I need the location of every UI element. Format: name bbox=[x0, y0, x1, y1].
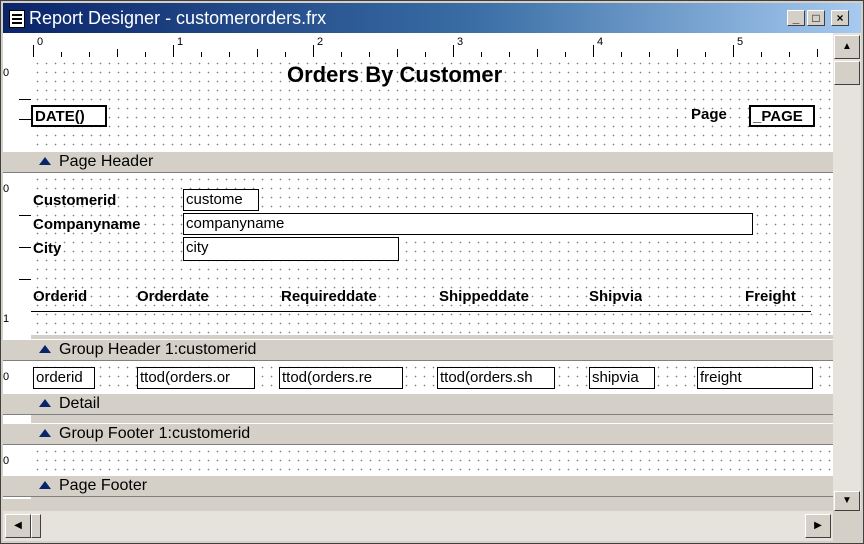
report-designer-window: Report Designer - customerorders.frx _ □… bbox=[0, 0, 864, 544]
page-header-band-bar[interactable]: Page Header bbox=[3, 151, 833, 173]
orderid-field[interactable]: orderid bbox=[33, 367, 95, 389]
size-grip[interactable] bbox=[833, 511, 861, 541]
band-label: Page Footer bbox=[59, 477, 148, 494]
scroll-thumb[interactable] bbox=[834, 61, 860, 85]
horizontal-ruler: 0 1 2 3 4 5 bbox=[3, 33, 833, 58]
window-title: Report Designer - customerorders.frx bbox=[29, 8, 327, 28]
collapse-arrow-icon bbox=[39, 344, 51, 353]
ruler-label: 1 bbox=[177, 36, 184, 48]
shipvia-field[interactable]: shipvia bbox=[589, 367, 655, 389]
column-header[interactable]: Freight bbox=[745, 287, 796, 307]
header-underline[interactable] bbox=[31, 311, 811, 312]
scroll-thumb-horizontal[interactable] bbox=[31, 514, 41, 538]
page-footer-band-bar[interactable]: Page Footer bbox=[3, 475, 833, 497]
column-header[interactable]: Orderdate bbox=[137, 287, 209, 307]
collapse-arrow-icon bbox=[39, 156, 51, 165]
column-header[interactable]: Requireddate bbox=[281, 287, 377, 307]
vruler-mark: 0 bbox=[3, 455, 10, 467]
close-button[interactable]: × bbox=[831, 10, 849, 26]
minimize-button[interactable]: _ bbox=[787, 10, 805, 26]
group-header-band[interactable]: Customerid custome Companyname companyna… bbox=[31, 173, 833, 335]
vruler-mark: 0 bbox=[3, 67, 10, 79]
page-number-field[interactable]: _PAGE bbox=[749, 105, 815, 127]
scroll-down-button[interactable]: ▼ bbox=[834, 491, 860, 511]
freight-field[interactable]: freight bbox=[697, 367, 813, 389]
horizontal-scrollbar[interactable]: ◀ ▶ bbox=[3, 511, 833, 541]
orderdate-field[interactable]: ttod(orders.or bbox=[137, 367, 255, 389]
report-title[interactable]: Orders By Customer bbox=[287, 61, 502, 89]
customerid-label[interactable]: Customerid bbox=[33, 191, 116, 211]
date-field[interactable]: DATE() bbox=[31, 105, 107, 127]
scroll-left-button[interactable]: ◀ bbox=[5, 514, 31, 538]
maximize-button[interactable]: □ bbox=[807, 10, 825, 26]
ruler-label: 4 bbox=[597, 36, 604, 48]
companyname-field[interactable]: companyname bbox=[183, 213, 753, 235]
ruler-label: 5 bbox=[737, 36, 744, 48]
vruler-mark: 0 bbox=[3, 371, 10, 383]
vruler-mark: 0 bbox=[3, 183, 10, 195]
title-bar[interactable]: Report Designer - customerorders.frx _ □… bbox=[3, 3, 861, 33]
page-header-band[interactable]: Orders By Customer DATE() Page _PAGE bbox=[31, 57, 833, 151]
shippeddate-field[interactable]: ttod(orders.sh bbox=[437, 367, 555, 389]
customerid-field[interactable]: custome bbox=[183, 189, 259, 211]
column-header[interactable]: Orderid bbox=[33, 287, 87, 307]
band-label: Detail bbox=[59, 395, 100, 412]
companyname-label[interactable]: Companyname bbox=[33, 215, 141, 235]
report-icon bbox=[9, 10, 25, 28]
requireddate-field[interactable]: ttod(orders.re bbox=[279, 367, 403, 389]
collapse-arrow-icon bbox=[39, 428, 51, 437]
vertical-scrollbar[interactable]: ▲ ▼ bbox=[833, 33, 861, 511]
group-footer-band-bar[interactable]: Group Footer 1:customerid bbox=[3, 423, 833, 445]
ruler-label: 2 bbox=[317, 36, 324, 48]
ruler-label: 3 bbox=[457, 36, 464, 48]
group-header-band-bar[interactable]: Group Header 1:customerid bbox=[3, 339, 833, 361]
column-header[interactable]: Shippeddate bbox=[439, 287, 529, 307]
scroll-right-button[interactable]: ▶ bbox=[805, 514, 831, 538]
page-label[interactable]: Page bbox=[691, 105, 727, 125]
page-footer-band[interactable] bbox=[31, 445, 833, 475]
band-label: Group Footer 1:customerid bbox=[59, 425, 251, 442]
vruler-mark: 1 bbox=[3, 313, 10, 325]
detail-band[interactable]: orderid ttod(orders.or ttod(orders.re tt… bbox=[31, 361, 833, 393]
band-label: Page Header bbox=[59, 153, 154, 170]
collapse-arrow-icon bbox=[39, 480, 51, 489]
collapse-arrow-icon bbox=[39, 398, 51, 407]
ruler-label: 0 bbox=[37, 36, 44, 48]
detail-band-bar[interactable]: Detail bbox=[3, 393, 833, 415]
band-label: Group Header 1:customerid bbox=[59, 341, 257, 358]
city-field[interactable]: city bbox=[183, 237, 399, 261]
column-header[interactable]: Shipvia bbox=[589, 287, 642, 307]
scroll-up-button[interactable]: ▲ bbox=[834, 35, 860, 59]
city-label[interactable]: City bbox=[33, 239, 61, 259]
